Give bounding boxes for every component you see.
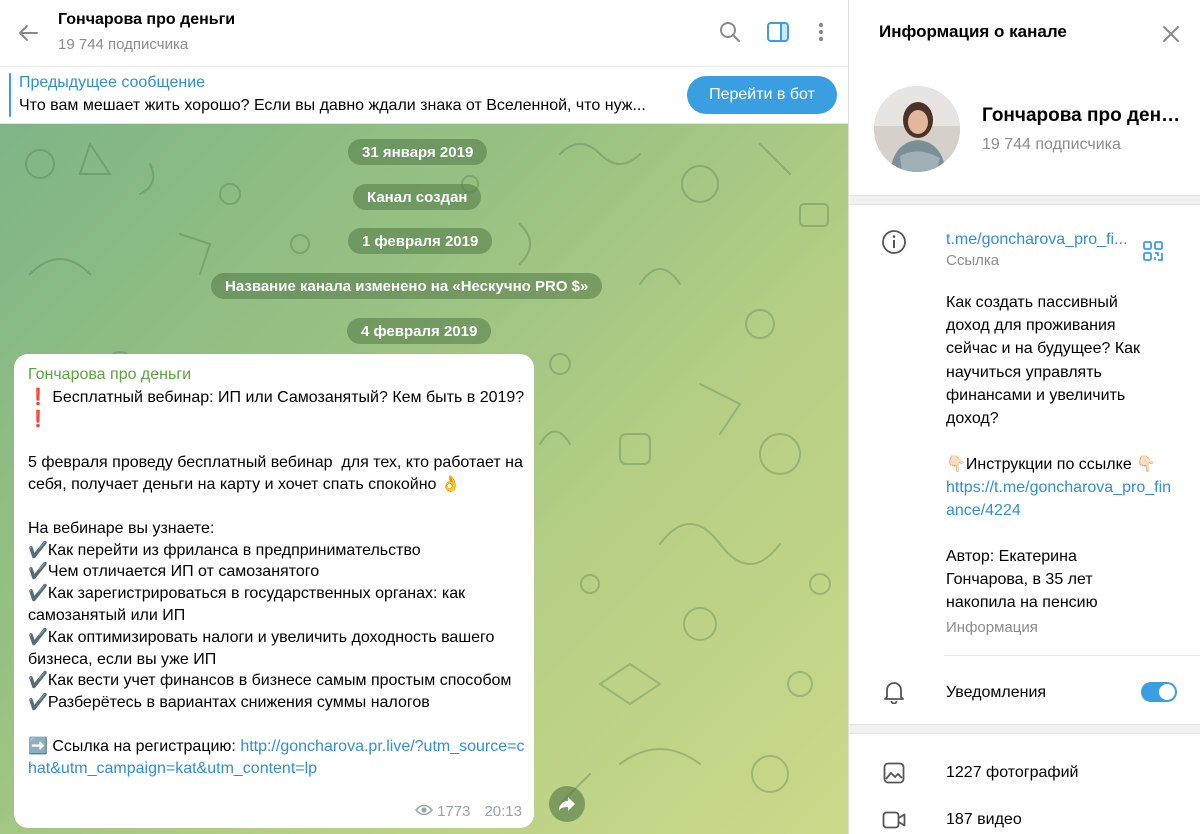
photos-count[interactable]: 1227 фотографий bbox=[946, 761, 1078, 784]
date-separator: 1 февраля 2019 bbox=[348, 228, 493, 254]
pinned-title: Предыдущее сообщение bbox=[19, 74, 206, 91]
chat-header: Гончарова про деньги 19 744 подписчика bbox=[0, 0, 848, 67]
back-arrow-icon[interactable] bbox=[14, 19, 42, 47]
channel-description: Как создать пассивный доход для проживан… bbox=[946, 294, 1141, 428]
channel-author: Автор: Екатерина Гончарова, в 35 лет нак… bbox=[946, 548, 1098, 612]
chat-area: Гончарова про деньги 19 744 подписчика П… bbox=[0, 0, 848, 834]
channel-link[interactable]: t.me/goncharova_pro_fi... bbox=[946, 228, 1127, 251]
post-meta: 1773 20:13 bbox=[415, 803, 522, 820]
qr-code-icon[interactable] bbox=[1138, 236, 1168, 266]
service-message-channel-created: Канал создан bbox=[353, 184, 482, 210]
pinned-indicator bbox=[9, 73, 11, 117]
post-text: ❗ Бесплатный вебинар: ИП или Самозанятый… bbox=[28, 387, 528, 779]
description-label: Информация bbox=[946, 619, 1038, 636]
channel-subscribers: 19 744 подписчика bbox=[982, 136, 1121, 153]
service-message-channel-renamed: Название канала изменено на «Нескучно PR… bbox=[211, 273, 603, 299]
post-registration-line: ➡️ Ссылка на регистрацию: http://gonchar… bbox=[28, 736, 528, 780]
section-divider bbox=[849, 724, 1200, 734]
panel-title: Информация о канале bbox=[879, 22, 1067, 41]
post-headline: ❗ Бесплатный вебинар: ИП или Самозанятый… bbox=[28, 389, 525, 428]
post-list-item: ✔️Как вести учет финансов в бизнесе самы… bbox=[28, 672, 512, 690]
go-to-bot-button[interactable]: Перейти в бот bbox=[687, 76, 837, 114]
section-divider bbox=[849, 195, 1200, 205]
post-list-title: На вебинаре вы узнаете: bbox=[28, 519, 215, 537]
channel-instructions: 👇🏻Инструкции по ссылке 👇🏻 bbox=[946, 456, 1157, 473]
channel-link-label: Ссылка bbox=[946, 252, 1000, 269]
chat-subscriber-count: 19 744 подписчика bbox=[58, 36, 189, 53]
sidebar-toggle-icon[interactable] bbox=[763, 17, 793, 47]
videos-count[interactable]: 187 видео bbox=[946, 808, 1022, 831]
search-icon[interactable] bbox=[715, 17, 745, 47]
post-list-item: ✔️Как оптимизировать налоги и увеличить … bbox=[28, 628, 499, 668]
more-vertical-icon[interactable] bbox=[806, 17, 836, 47]
instructions-link[interactable]: https://t.me/goncharova_pro_finance/4224 bbox=[946, 476, 1176, 522]
notifications-toggle[interactable] bbox=[1141, 682, 1177, 702]
view-count: 1773 bbox=[437, 803, 471, 820]
post-list-item: ✔️Разберётесь в вариантах снижения суммы… bbox=[28, 694, 430, 712]
date-separator: 4 февраля 2019 bbox=[347, 318, 492, 344]
post-paragraph: 5 февраля проведу бесплатный вебинар для… bbox=[28, 454, 528, 494]
chat-title[interactable]: Гончарова про деньги bbox=[58, 11, 235, 29]
close-icon[interactable] bbox=[1157, 20, 1185, 48]
channel-post[interactable]: Гончарова про деньги ❗ Бесплатный вебина… bbox=[14, 354, 534, 828]
video-icon bbox=[879, 805, 909, 834]
pinned-text: Что вам мешает жить хорошо? Если вы давн… bbox=[19, 97, 646, 114]
forward-icon[interactable] bbox=[549, 786, 585, 822]
eye-icon bbox=[415, 803, 434, 820]
date-separator: 31 января 2019 bbox=[348, 139, 488, 165]
post-list-item: ✔️Как перейти из фриланса в предпринимат… bbox=[28, 541, 421, 559]
info-icon bbox=[879, 227, 909, 257]
photo-icon bbox=[879, 758, 909, 788]
post-time: 20:13 bbox=[484, 803, 522, 820]
notifications-label: Уведомления bbox=[946, 684, 1047, 701]
bell-icon bbox=[879, 677, 909, 707]
avatar[interactable] bbox=[874, 86, 960, 172]
post-list-item: ✔️Чем отличается ИП от самозанятого bbox=[28, 563, 320, 581]
post-author[interactable]: Гончарова про деньги bbox=[28, 366, 191, 384]
post-list-item: ✔️Как зарегистрироваться в государственн… bbox=[28, 585, 470, 624]
registration-prefix: ➡️ Ссылка на регистрацию: bbox=[28, 737, 241, 755]
divider bbox=[944, 655, 1200, 656]
channel-name: Гончарова про деньги bbox=[982, 105, 1182, 126]
channel-info-panel: Информация о канале Гончарова про деньги… bbox=[848, 0, 1200, 834]
